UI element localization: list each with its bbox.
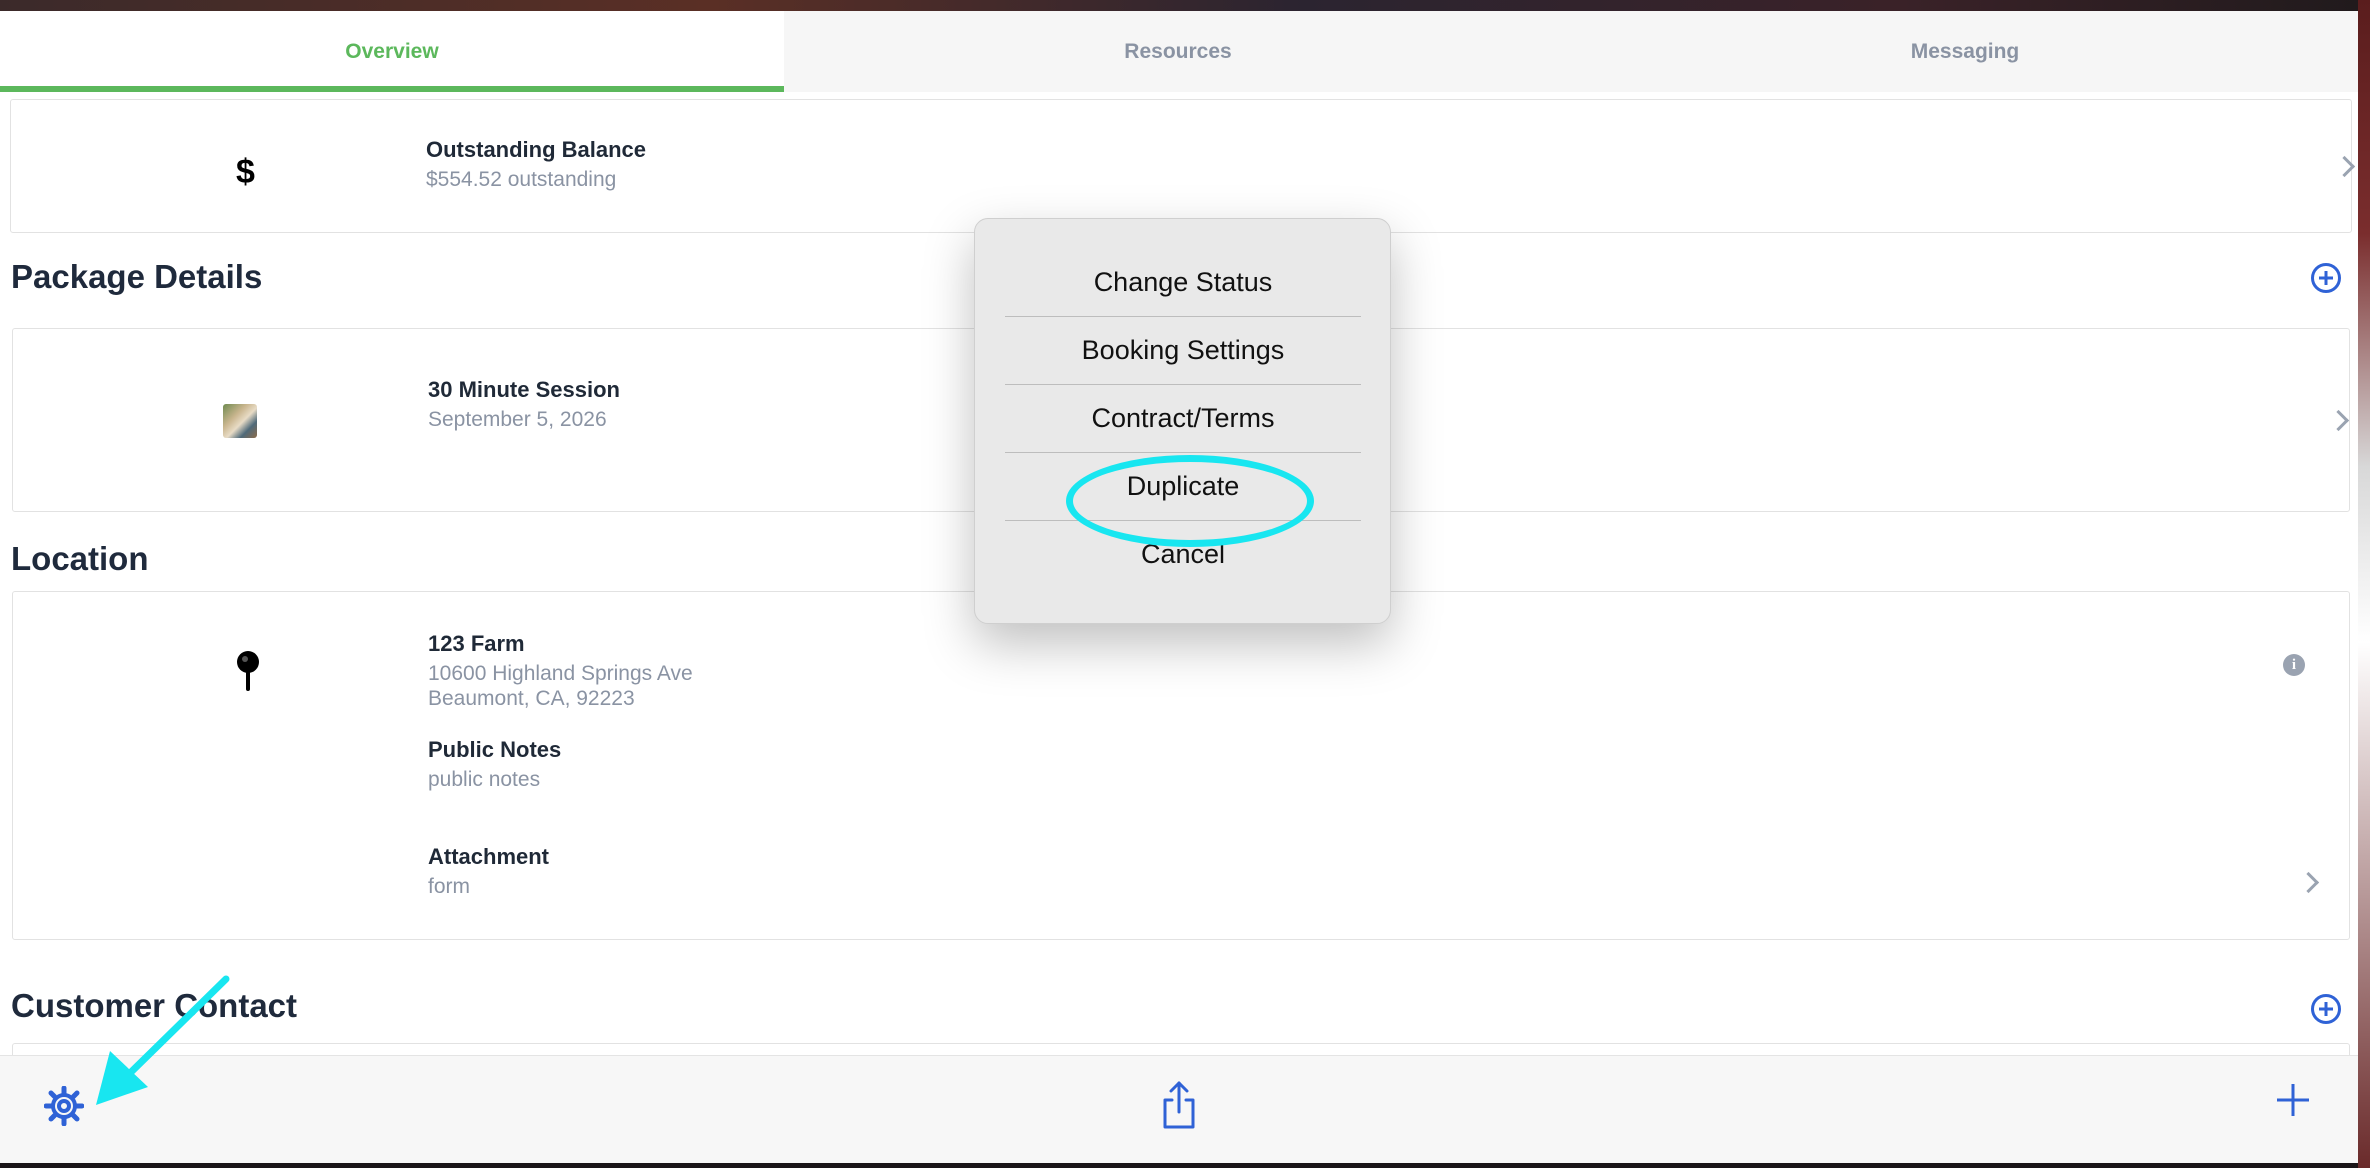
attachment-label[interactable]: Attachment xyxy=(428,844,549,870)
attachment-value[interactable]: form xyxy=(428,875,470,899)
menu-item-contract-terms[interactable]: Contract/Terms xyxy=(1005,384,1361,453)
background-strip xyxy=(0,0,2370,11)
add-contact-icon[interactable] xyxy=(2311,994,2341,1024)
package-details-heading: Package Details xyxy=(11,258,263,295)
tab-overview[interactable]: Overview xyxy=(0,11,784,92)
location-address-line1: 10600 Highland Springs Ave xyxy=(428,662,693,685)
chevron-right-icon xyxy=(2333,155,2356,178)
info-icon[interactable]: i xyxy=(2283,654,2305,676)
annotation-arrow xyxy=(96,975,230,1105)
background-edge xyxy=(2358,0,2370,1168)
location-name: 123 Farm xyxy=(428,631,525,656)
highlight-ring xyxy=(1066,455,1314,547)
public-notes-label: Public Notes xyxy=(428,737,562,762)
public-notes-value: public notes xyxy=(428,768,541,791)
dollar-icon: $ xyxy=(236,153,255,191)
map-pin-icon xyxy=(237,651,261,691)
menu-item-booking-settings[interactable]: Booking Settings xyxy=(1005,316,1361,385)
menu-item-change-status[interactable]: Change Status xyxy=(1005,248,1361,317)
booking-overview-window: Overview Resources Messaging $ Outstandi… xyxy=(0,11,2358,1163)
package-date: September 5, 2026 xyxy=(428,408,607,431)
bottom-toolbar xyxy=(0,1055,2358,1163)
chevron-right-icon xyxy=(2327,409,2350,432)
package-thumbnail xyxy=(223,404,257,438)
share-icon[interactable] xyxy=(1160,1080,1198,1130)
chevron-right-icon[interactable] xyxy=(2297,871,2320,894)
location-heading: Location xyxy=(11,540,149,577)
balance-title: Outstanding Balance xyxy=(426,137,647,162)
tab-messaging[interactable]: Messaging xyxy=(1572,11,2358,92)
gear-icon[interactable] xyxy=(44,1086,84,1126)
add-package-icon[interactable] xyxy=(2311,263,2341,293)
package-title: 30 Minute Session xyxy=(428,377,620,402)
action-menu: Change Status Booking Settings Contract/… xyxy=(974,218,1391,624)
location-address-line2: Beaumont, CA, 92223 xyxy=(428,687,635,710)
add-icon[interactable] xyxy=(2277,1084,2309,1116)
tab-resources[interactable]: Resources xyxy=(784,11,1572,92)
balance-amount: $554.52 outstanding xyxy=(426,168,617,191)
outstanding-balance-row[interactable]: $ Outstanding Balance $554.52 outstandin… xyxy=(10,99,2356,233)
tab-bar: Overview Resources Messaging xyxy=(0,11,2358,92)
location-card: 123 Farm 10600 Highland Springs Ave Beau… xyxy=(12,591,2350,940)
